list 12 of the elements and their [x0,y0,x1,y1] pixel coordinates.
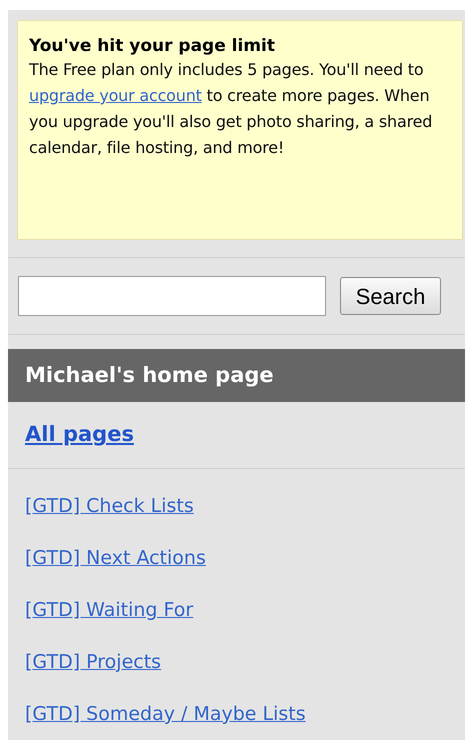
page-link[interactable]: [GTD] Projects [25,649,162,675]
home-page-header: Michael's home page [8,349,465,402]
notice-text: The Free plan only includes 5 pages. You'll need to upgrade your account to create more pages. When you upgrade you'll also get photo sharing, a shared calendar, file hosting, and more! [29,59,434,159]
search-button[interactable]: Search [340,277,441,315]
all-pages-link[interactable]: All pages [25,419,134,451]
page-link[interactable]: [GTD] Someday / Maybe Lists [25,701,306,727]
page-link[interactable]: [GTD] Next Actions [25,545,206,571]
search-field[interactable] [18,276,326,316]
upgrade-link[interactable]: upgrade your account [29,86,202,105]
page-link[interactable]: [GTD] Waiting For [25,597,194,623]
notice-title: You've hit your page limit [29,35,276,57]
page-link[interactable]: [GTD] Check Lists [25,493,194,519]
